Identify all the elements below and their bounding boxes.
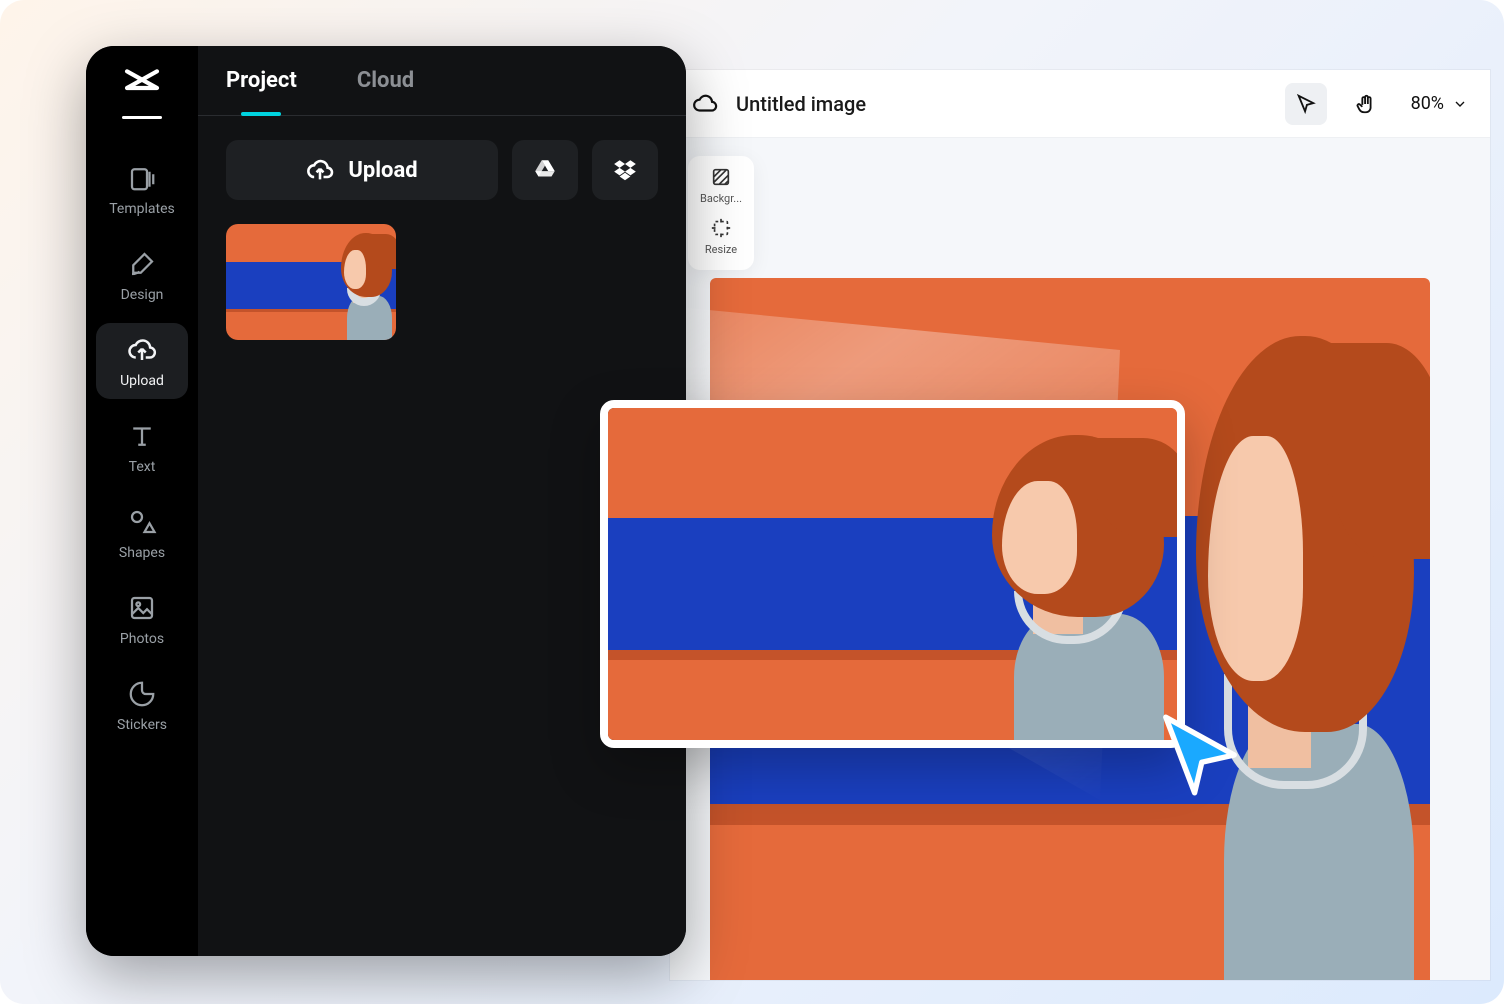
pointer-tool[interactable]: [1285, 83, 1327, 125]
nav-design-label: Design: [121, 287, 164, 303]
nav-upload[interactable]: Upload: [96, 323, 188, 399]
logo-divider: [122, 116, 162, 119]
upload-button[interactable]: Upload: [226, 140, 498, 200]
tab-project[interactable]: Project: [226, 68, 297, 115]
nav-templates[interactable]: Templates: [96, 151, 188, 227]
zoom-control[interactable]: 80%: [1405, 93, 1468, 114]
text-icon: [127, 421, 157, 451]
uploaded-thumbnails: [198, 220, 686, 344]
drag-preview-image[interactable]: [600, 400, 1185, 748]
upload-icon: [127, 335, 157, 365]
stickers-icon: [127, 679, 157, 709]
assets-panel: Templates Design Upload Text Shapes Phot…: [86, 46, 686, 956]
nav-photos[interactable]: Photos: [96, 581, 188, 657]
google-drive-button[interactable]: [512, 140, 578, 200]
nav-text-label: Text: [129, 459, 156, 475]
shapes-icon: [127, 507, 157, 537]
chevron-down-icon: [1452, 96, 1468, 112]
canvas-side-tools: Backgr... Resize: [688, 156, 754, 270]
drag-cursor-icon: [1155, 710, 1245, 800]
nav-shapes[interactable]: Shapes: [96, 495, 188, 571]
nav-stickers-label: Stickers: [117, 717, 167, 733]
nav-templates-label: Templates: [109, 201, 175, 217]
tab-cloud[interactable]: Cloud: [357, 68, 414, 115]
cloud-icon: [692, 91, 718, 117]
background-tool-label: Backgr...: [700, 192, 742, 205]
background-tool[interactable]: Backgr...: [688, 166, 754, 205]
dropbox-button[interactable]: [592, 140, 658, 200]
app-logo-icon: [122, 68, 162, 98]
nav-upload-label: Upload: [120, 373, 164, 389]
nav-design[interactable]: Design: [96, 237, 188, 313]
hand-tool[interactable]: [1345, 83, 1387, 125]
zoom-value: 80%: [1411, 93, 1444, 114]
cloud-upload-icon: [306, 156, 334, 184]
google-drive-icon: [532, 157, 558, 183]
resize-tool[interactable]: Resize: [688, 217, 754, 256]
design-icon: [127, 249, 157, 279]
dropbox-icon: [612, 157, 638, 183]
photos-icon: [127, 593, 157, 623]
templates-icon: [127, 163, 157, 193]
document-title[interactable]: Untitled image: [736, 92, 1267, 116]
nav-text[interactable]: Text: [96, 409, 188, 485]
uploaded-thumbnail[interactable]: [226, 224, 396, 340]
canvas-topbar: Untitled image 80%: [670, 70, 1490, 138]
panel-tabs: Project Cloud: [198, 46, 686, 116]
upload-button-label: Upload: [348, 158, 417, 183]
nav-rail: Templates Design Upload Text Shapes Phot…: [86, 46, 198, 956]
nav-photos-label: Photos: [120, 631, 164, 647]
upload-row: Upload: [198, 116, 686, 220]
nav-stickers[interactable]: Stickers: [96, 667, 188, 743]
nav-shapes-label: Shapes: [119, 545, 165, 561]
resize-tool-label: Resize: [705, 243, 737, 256]
